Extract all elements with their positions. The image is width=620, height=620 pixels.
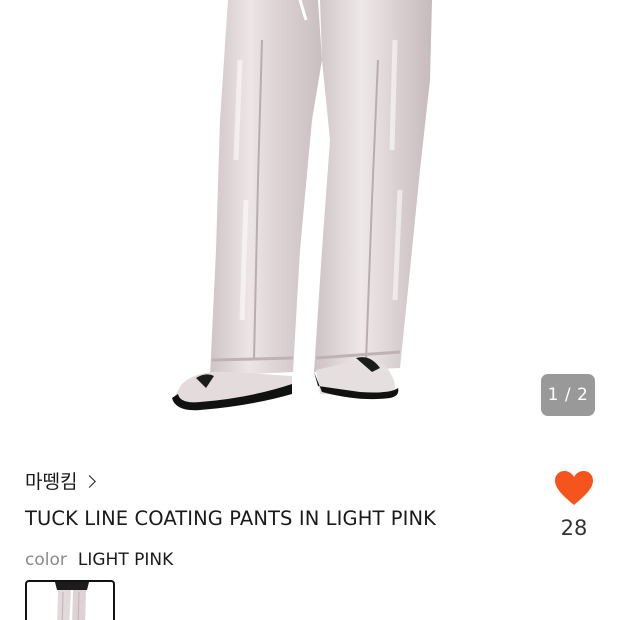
heart-icon bbox=[555, 471, 593, 505]
product-image-gallery[interactable]: 1 / 2 bbox=[0, 0, 620, 440]
product-image bbox=[172, 0, 432, 411]
color-label: color bbox=[25, 550, 67, 570]
product-title: TUCK LINE COATING PANTS IN LIGHT PINK bbox=[25, 507, 437, 530]
color-thumbnail-selected[interactable] bbox=[25, 580, 115, 620]
like-button[interactable]: 28 bbox=[547, 470, 601, 540]
image-page-indicator: 1 / 2 bbox=[541, 374, 595, 416]
thumbnail-image bbox=[55, 582, 89, 620]
color-option-row: color LIGHT PINK bbox=[25, 550, 173, 570]
brand-link[interactable]: 마뗑킴 bbox=[25, 467, 97, 494]
like-count: 28 bbox=[560, 516, 588, 540]
brand-name: 마뗑킴 bbox=[25, 471, 78, 493]
chevron-right-icon bbox=[83, 474, 97, 488]
color-value: LIGHT PINK bbox=[77, 550, 174, 570]
